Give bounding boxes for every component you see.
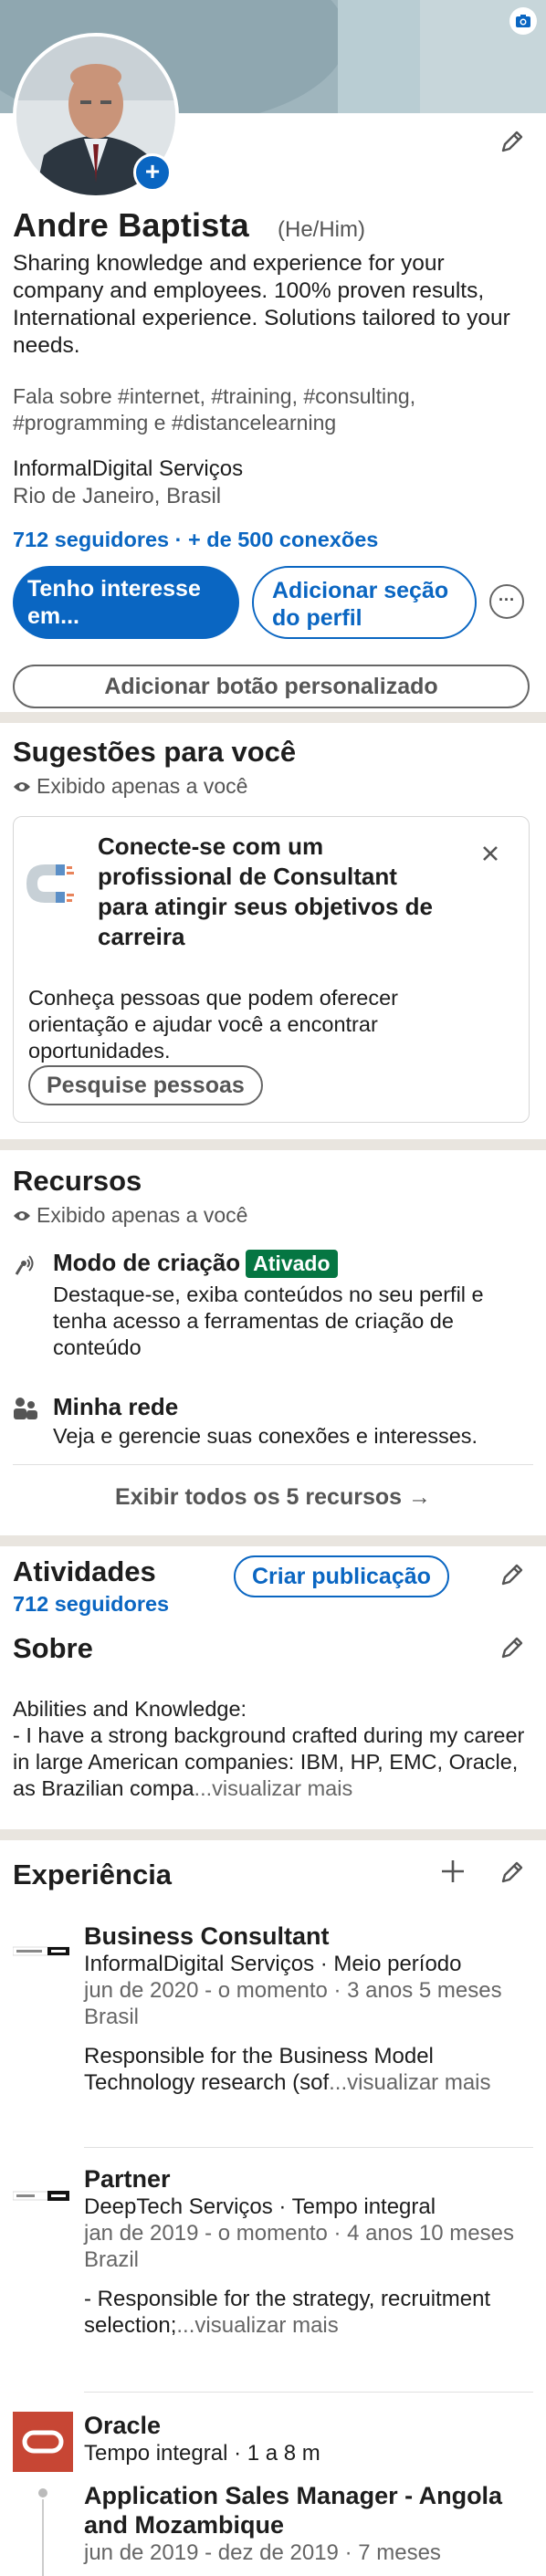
search-people-button[interactable]: Pesquise pessoas xyxy=(28,1065,263,1105)
resource-my-network[interactable]: Minha rede Veja e gerencie suas conexões… xyxy=(53,1393,537,1450)
edit-experience-icon[interactable] xyxy=(499,1859,526,1890)
profile-name: Andre Baptista xyxy=(13,206,249,244)
experience-role: Application Sales Manager - Angola and M… xyxy=(84,2482,503,2539)
experience-role: Partner xyxy=(84,2165,171,2193)
edit-intro-icon[interactable] xyxy=(499,128,526,160)
experience-title: Experiência xyxy=(13,1859,173,1890)
eye-icon xyxy=(14,1210,30,1220)
activity-followers-link[interactable]: 712 seguidores xyxy=(13,1592,169,1617)
suggestion-card-desc: Conheça pessoas que podem oferecer orien… xyxy=(28,986,398,1063)
experience-company-name: Oracle xyxy=(84,2412,162,2439)
activity-section: Atividades 712 seguidores Criar publicaç… xyxy=(0,1546,546,1829)
divider-line xyxy=(84,2147,533,2148)
visibility-label: Exibido apenas a você xyxy=(37,1203,248,1227)
divider-line xyxy=(84,2392,533,2393)
eye-icon xyxy=(14,781,30,791)
more-options-button[interactable]: ··· xyxy=(489,584,524,619)
add-photo-button[interactable]: + xyxy=(133,153,172,192)
edit-activity-icon[interactable] xyxy=(499,1561,526,1593)
suggestion-card-title: Conecte-se com um profissional de Consul… xyxy=(98,832,433,950)
profile-card: + Andre Baptista (He/Him) Sharing knowle… xyxy=(0,0,546,712)
experience-desc: - Responsible for the strategy, recruitm… xyxy=(84,2286,541,2339)
suggestion-card: Conecte-se com um profissional de Consul… xyxy=(13,816,530,1123)
experience-place: Brasil xyxy=(84,2005,140,2029)
experience-sub-role[interactable]: Application Sales Manager - Angola and M… xyxy=(84,2481,541,2566)
oracle-logo[interactable] xyxy=(13,2412,73,2472)
profile-location: Rio de Janeiro, Brasil xyxy=(13,484,222,508)
add-profile-section-button[interactable]: Adicionar seção do perfil xyxy=(252,566,477,639)
experience-company-group[interactable]: Oracle Tempo integral · 1 a 8 m xyxy=(84,2412,541,2466)
suggestions-section: Sugestões para você Exibido apenas a voc… xyxy=(0,723,546,1139)
profile-headline: Sharing knowledge and experience for you… xyxy=(13,251,510,358)
experience-desc: Responsible for the Business Model Techn… xyxy=(84,2043,541,2096)
magnet-icon xyxy=(25,861,76,911)
resources-title: Recursos xyxy=(13,1165,142,1197)
experience-company: DeepTech Serviços · Tempo integral xyxy=(84,2194,436,2219)
experience-dates: jun de 2019 - dez de 2019 · 7 meses xyxy=(84,2540,441,2565)
add-custom-button[interactable]: Adicionar botão personalizado xyxy=(13,665,530,708)
divider-line xyxy=(13,1464,533,1465)
create-post-button[interactable]: Criar publicação xyxy=(234,1555,449,1597)
profile-pronouns: (He/Him) xyxy=(278,217,365,242)
profile-hashtags: Fala sobre #internet, #training, #consul… xyxy=(13,384,416,435)
resource-title: Minha rede xyxy=(53,1393,179,1420)
experience-duration: Tempo integral · 1 a 8 m xyxy=(84,2441,320,2466)
experience-place: Brazil xyxy=(84,2247,140,2272)
suggestions-title: Sugestões para você xyxy=(13,736,297,768)
about-title: Sobre xyxy=(13,1632,93,1664)
see-more-link[interactable]: ...visualizar mais xyxy=(329,2070,490,2095)
resource-desc: Destaque-se, exiba conteúdos no seu perf… xyxy=(53,1283,484,1359)
show-all-resources-link[interactable]: Exibir todos os 5 recursos → xyxy=(0,1484,546,1511)
close-icon[interactable] xyxy=(481,844,499,867)
visibility-note: Exibido apenas a você xyxy=(13,774,247,799)
profile-company[interactable]: InformalDigital Serviços xyxy=(13,456,243,482)
resource-creator-mode[interactable]: Modo de criação Ativado Destaque-se, exib… xyxy=(53,1249,528,1361)
status-badge: Ativado xyxy=(246,1250,338,1278)
timeline-line xyxy=(42,2499,44,2576)
section-divider xyxy=(0,1829,546,1840)
visibility-note: Exibido apenas a você xyxy=(13,1203,247,1228)
resources-section: Recursos Exibido apenas a você Modo de c… xyxy=(0,1150,546,1535)
resource-title: Modo de criação xyxy=(53,1249,241,1276)
experience-role: Business Consultant xyxy=(84,1922,330,1950)
visibility-label: Exibido apenas a você xyxy=(37,774,248,798)
add-experience-icon[interactable] xyxy=(440,1859,466,1889)
timeline-dot xyxy=(38,2488,47,2497)
section-divider xyxy=(0,1535,546,1546)
experience-dates: jan de 2019 - o momento · 4 anos 10 mese… xyxy=(84,2221,514,2246)
experience-section: Experiência Business Consultant Informal… xyxy=(0,1840,546,2576)
interest-button[interactable]: Tenho interesse em... xyxy=(13,566,239,639)
experience-company: InformalDigital Serviços · Meio período xyxy=(84,1952,462,1976)
camera-icon[interactable] xyxy=(509,7,537,35)
activity-title: Atividades xyxy=(13,1555,156,1587)
section-divider xyxy=(0,712,546,723)
see-more-link[interactable]: ...visualizar mais xyxy=(176,2313,338,2338)
section-divider xyxy=(0,1139,546,1150)
broadcast-icon xyxy=(13,1252,38,1283)
experience-dates: jun de 2020 - o momento · 3 anos 5 meses xyxy=(84,1978,502,2003)
edit-about-icon[interactable] xyxy=(499,1634,526,1666)
about-text: Abilities and Knowledge: - I have a stro… xyxy=(13,1696,539,1802)
experience-item[interactable]: Partner DeepTech Serviços · Tempo integr… xyxy=(84,2165,541,2339)
resource-desc: Veja e gerencie suas conexões e interess… xyxy=(53,1424,478,1448)
company-logo[interactable] xyxy=(13,1922,69,1979)
experience-item[interactable]: Business Consultant InformalDigital Serv… xyxy=(84,1922,541,2096)
see-more-link[interactable]: ...visualizar mais xyxy=(194,1776,353,1800)
followers-connections-link[interactable]: 712 seguidores · + de 500 conexões xyxy=(13,528,378,552)
network-icon xyxy=(13,1397,38,1425)
company-logo[interactable] xyxy=(13,2167,69,2224)
